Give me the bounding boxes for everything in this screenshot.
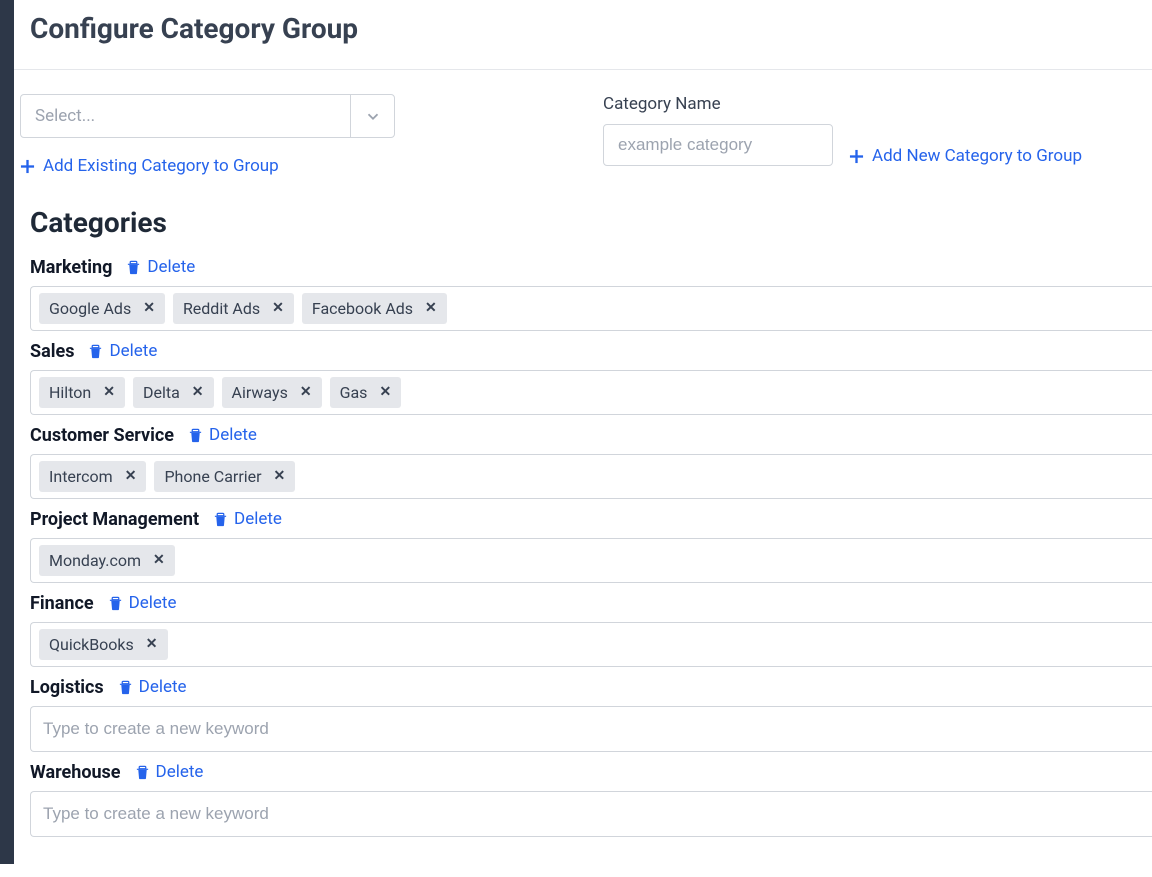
tag-label: Reddit Ads [183, 299, 260, 318]
divider [14, 69, 1152, 70]
category-name-label: Category Name [603, 94, 1146, 114]
chevron-down-icon [350, 95, 394, 137]
tag-label: Monday.com [49, 551, 141, 570]
category-name: Finance [30, 593, 94, 614]
category-block: MarketingDeleteGoogle Ads✕Reddit Ads✕Fac… [14, 247, 1152, 331]
category-header: Customer Service Delete [30, 425, 1152, 446]
category-name-input[interactable] [603, 124, 833, 166]
category-header: Warehouse Delete [30, 762, 1152, 783]
delete-label: Delete [234, 509, 282, 529]
keyword-tag: Airways ✕ [222, 377, 322, 408]
tag-label: Intercom [49, 467, 113, 486]
keyword-tag: Phone Carrier ✕ [154, 461, 295, 492]
keyword-tag: Gas ✕ [330, 377, 402, 408]
add-existing-label: Add Existing Category to Group [43, 156, 279, 176]
remove-tag-icon[interactable]: ✕ [272, 300, 284, 316]
trash-icon [108, 596, 123, 611]
category-header: Marketing Delete [30, 257, 1152, 278]
sidebar-sliver [0, 0, 14, 864]
category-block: Logistics Delete [14, 667, 1152, 752]
trash-icon [88, 344, 103, 359]
category-header: Logistics Delete [30, 677, 1152, 698]
trash-icon [135, 765, 150, 780]
add-existing-category-button[interactable]: Add Existing Category to Group [20, 156, 279, 176]
delete-label: Delete [147, 257, 195, 277]
category-block: Sales Delete Hilton ✕ Delta ✕ Airways ✕ Gas ✕ [14, 331, 1152, 415]
keyword-tag: Reddit Ads ✕ [173, 293, 294, 324]
category-name: Warehouse [30, 762, 121, 783]
delete-category-button[interactable]: Delete [88, 341, 157, 361]
remove-tag-icon[interactable]: ✕ [379, 384, 391, 400]
delete-label: Delete [156, 762, 204, 782]
remove-tag-icon[interactable]: ✕ [146, 636, 158, 652]
select-placeholder: Select... [35, 106, 95, 126]
delete-category-button[interactable]: Delete [213, 509, 282, 529]
keyword-tag: Monday.com ✕ [39, 545, 175, 576]
delete-category-button[interactable]: Delete [118, 677, 187, 697]
tag-label: Gas [340, 383, 368, 402]
remove-tag-icon[interactable]: ✕ [300, 384, 312, 400]
keyword-tag: Delta ✕ [133, 377, 214, 408]
keyword-tag-row[interactable] [30, 706, 1152, 752]
delete-category-button[interactable]: Delete [108, 593, 177, 613]
category-name: Customer Service [30, 425, 174, 446]
tag-label: Facebook Ads [312, 299, 413, 318]
trash-icon [118, 680, 133, 695]
delete-label: Delete [129, 593, 177, 613]
keyword-tag: Hilton ✕ [39, 377, 125, 408]
remove-tag-icon[interactable]: ✕ [153, 552, 165, 568]
tag-label: Google Ads [49, 299, 131, 318]
tag-label: Delta [143, 383, 180, 402]
trash-icon [126, 260, 141, 275]
keyword-tag-row[interactable]: QuickBooks ✕ [30, 622, 1152, 667]
delete-category-button[interactable]: Delete [188, 425, 257, 445]
add-new-label: Add New Category to Group [872, 146, 1082, 166]
keyword-tag-row[interactable]: Intercom ✕ Phone Carrier ✕ [30, 454, 1152, 499]
page-title: Configure Category Group [14, 0, 1152, 69]
category-name: Project Management [30, 509, 199, 530]
category-name: Logistics [30, 677, 104, 698]
keyword-tag-row[interactable]: Monday.com ✕ [30, 538, 1152, 583]
keyword-input[interactable] [39, 713, 1144, 745]
remove-tag-icon[interactable]: ✕ [143, 300, 155, 316]
remove-tag-icon[interactable]: ✕ [125, 468, 137, 484]
delete-category-button[interactable]: Delete [135, 762, 204, 782]
tag-label: Phone Carrier [164, 467, 261, 486]
category-block: Project Management Delete Monday.com ✕ [14, 499, 1152, 583]
category-header: Sales Delete [30, 341, 1152, 362]
delete-category-button[interactable]: Delete [126, 257, 195, 277]
category-block: Finance Delete QuickBooks ✕ [14, 583, 1152, 667]
tag-label: Hilton [49, 383, 91, 402]
delete-label: Delete [209, 425, 257, 445]
keyword-tag: QuickBooks ✕ [39, 629, 168, 660]
category-block: Customer ServiceDeleteIntercom✕Phone Car… [14, 415, 1152, 499]
delete-label: Delete [109, 341, 157, 361]
keyword-tag-row[interactable]: Google Ads ✕ Reddit Ads ✕ Facebook Ads ✕ [30, 286, 1152, 331]
keyword-tag-row[interactable] [30, 791, 1152, 837]
keyword-tag: Facebook Ads ✕ [302, 293, 447, 324]
keyword-tag: Google Ads ✕ [39, 293, 165, 324]
category-name: Marketing [30, 257, 112, 278]
category-header: Project Management Delete [30, 509, 1152, 530]
trash-icon [213, 512, 228, 527]
remove-tag-icon[interactable]: ✕ [103, 384, 115, 400]
keyword-input[interactable] [39, 798, 1144, 830]
tag-label: Airways [232, 383, 288, 402]
plus-icon [849, 149, 864, 164]
delete-label: Delete [139, 677, 187, 697]
keyword-tag-row[interactable]: Hilton ✕ Delta ✕ Airways ✕ Gas ✕ [30, 370, 1152, 415]
categories-heading: Categories [14, 178, 1152, 247]
remove-tag-icon[interactable]: ✕ [425, 300, 437, 316]
tag-label: QuickBooks [49, 635, 134, 654]
category-block: Warehouse Delete [14, 752, 1152, 837]
keyword-tag: Intercom ✕ [39, 461, 146, 492]
category-header: Finance Delete [30, 593, 1152, 614]
plus-icon [20, 159, 35, 174]
remove-tag-icon[interactable]: ✕ [192, 384, 204, 400]
trash-icon [188, 428, 203, 443]
category-name: Sales [30, 341, 74, 362]
add-new-category-button[interactable]: Add New Category to Group [849, 146, 1082, 166]
remove-tag-icon[interactable]: ✕ [274, 468, 286, 484]
existing-category-select[interactable]: Select... [20, 94, 395, 138]
